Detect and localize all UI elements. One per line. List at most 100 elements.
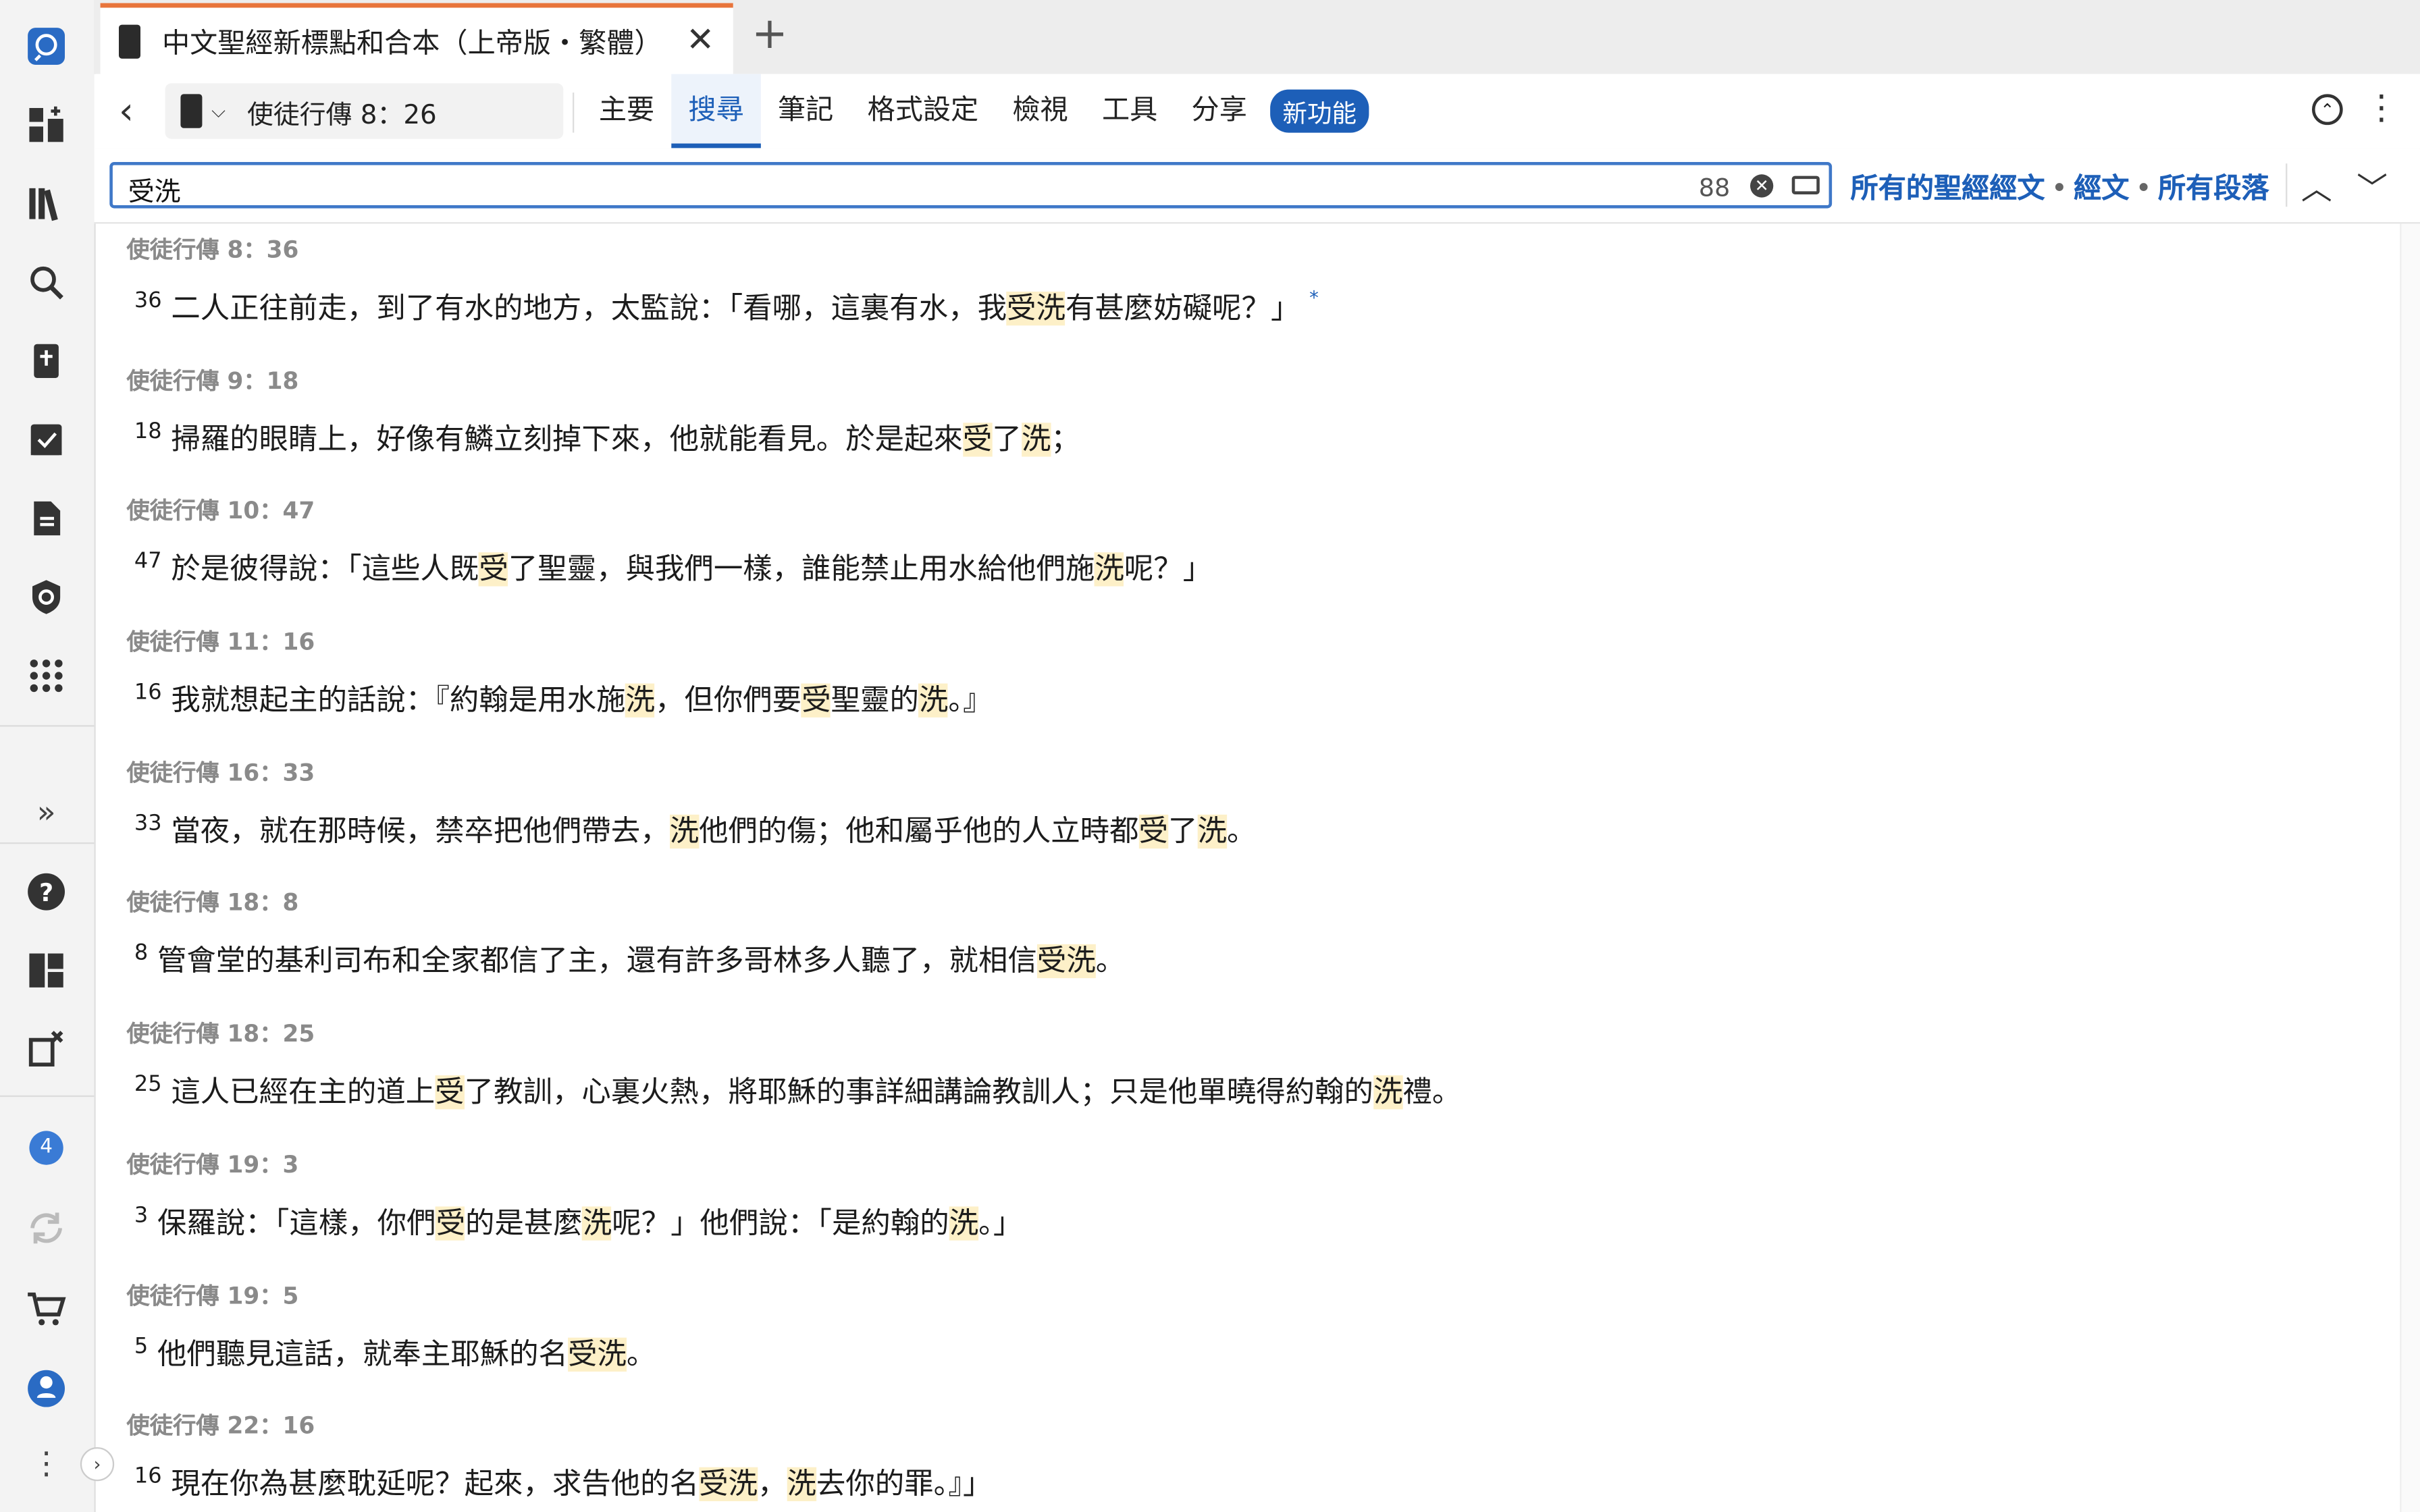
keyboard-icon[interactable]	[1791, 176, 1820, 194]
sync-icon[interactable]	[22, 1204, 71, 1253]
search-results: 使徒行傳 8：36 36 二人正往前走，到了有水的地方，太監說：「看哪，這裏有水，我…	[94, 223, 2401, 1512]
verse-segment: 二人正往前走，到了有水的地方，太監說：「看哪，這裏有水，我	[171, 291, 1007, 326]
layout-icon[interactable]	[22, 946, 71, 995]
result-reference[interactable]: 使徒行傳 18：8	[126, 886, 298, 919]
result-item[interactable]: 使徒行傳 19：3 3 保羅說：「這樣，你們受的是甚麼洗呢？」他們說：「是約翰的洗。…	[94, 1138, 2401, 1269]
search-hit: 洗	[1197, 814, 1227, 848]
verse-segment: 聖靈的	[831, 683, 919, 718]
result-item[interactable]: 使徒行傳 18：25 25 這人已經在主的道上受了教訓，心裏火熱，將耶穌的事詳細講論…	[94, 1008, 2401, 1139]
search-hit: 受	[479, 553, 508, 587]
result-reference[interactable]: 使徒行傳 19：3	[126, 1148, 298, 1180]
search-hit: 洗	[787, 1467, 816, 1502]
help-icon[interactable]: ?	[22, 867, 71, 917]
verse-segment: 。』	[948, 683, 993, 718]
verse-segment: 我就想起主的話說：『約翰是用水施	[171, 683, 626, 718]
tab-format[interactable]: 格式設定	[850, 74, 995, 148]
main-menu: 主要 搜尋 筆記 格式設定 檢視 工具 分享 新功能	[582, 74, 1369, 148]
verse-number: 16	[134, 1464, 162, 1490]
verse-number: 47	[134, 549, 162, 575]
verse-text: 36 二人正往前走，到了有水的地方，太監說：「看哪，這裏有水，我受洗有甚麼妨礙呢？…	[134, 286, 1319, 327]
search-hit: 洗	[1021, 422, 1051, 456]
new-features-badge[interactable]: 新功能	[1270, 89, 1369, 133]
tab-view[interactable]: 檢視	[995, 74, 1085, 148]
add-tab-icon[interactable]: +	[752, 11, 788, 55]
search-scope: 所有的聖經經文 • 經文 • 所有段落	[1850, 172, 2269, 205]
library-icon[interactable]	[22, 179, 71, 228]
result-item[interactable]: 使徒行傳 18：8 8 管會堂的基利司布和全家都信了主，還有許多哥林多人聽了，就相信…	[94, 877, 2401, 1008]
scope-all-passages[interactable]: 所有段落	[2158, 173, 2269, 205]
verse-segment: 的是甚麼	[465, 1206, 583, 1241]
verse-segment: 禮。	[1402, 1075, 1462, 1110]
tab-strip: 中文聖經新標點和合本（上帝版・繁體） ✕ +	[94, 0, 2420, 74]
checklist-icon[interactable]	[22, 415, 71, 464]
verse-segment: 去你的罪。』」	[816, 1467, 993, 1502]
result-item[interactable]: 使徒行傳 10：47 47 於是彼得說：「這些人既受了聖靈，與我們一樣，誰能禁止用水…	[94, 485, 2401, 616]
cart-icon[interactable]	[22, 1284, 71, 1333]
more-options-icon[interactable]: ⋮	[2365, 92, 2398, 126]
result-item[interactable]: 使徒行傳 8：36 36 二人正往前走，到了有水的地方，太監說：「看哪，這裏有水，我…	[94, 223, 2401, 354]
verse-number: 36	[134, 288, 162, 313]
scope-verses[interactable]: 經文	[2074, 173, 2129, 205]
result-item[interactable]: 使徒行傳 16：33 33 當夜，就在那時候，禁卒把他們帶去，洗他們的傷；他和屬乎他…	[94, 747, 2401, 878]
result-reference[interactable]: 使徒行傳 8：36	[126, 233, 298, 265]
tab-search[interactable]: 搜尋	[671, 74, 761, 148]
verse-text: 5 他們聽見這話，就奉主耶穌的名受洗。	[134, 1330, 656, 1372]
book-icon	[180, 94, 203, 128]
close-tab-icon[interactable]: ✕	[686, 23, 714, 57]
account-icon[interactable]	[22, 1364, 71, 1413]
footnote-marker[interactable]: *	[1309, 287, 1319, 308]
search-hit: 洗	[1373, 1075, 1403, 1110]
tab-share[interactable]: 分享	[1174, 74, 1264, 148]
scrollbar[interactable]	[2400, 223, 2420, 1512]
result-item[interactable]: 使徒行傳 19：5 5 他們聽見這話，就奉主耶穌的名受洗。	[94, 1269, 2401, 1400]
search-hit: 受洗	[1007, 291, 1066, 326]
expand-rail-icon[interactable]: »	[22, 787, 71, 836]
apps-grid-icon[interactable]	[22, 651, 71, 701]
result-reference[interactable]: 使徒行傳 10：47	[126, 494, 315, 526]
clear-search-icon[interactable]: ✕	[1750, 174, 1774, 198]
shield-icon[interactable]	[22, 572, 71, 622]
search-hit: 受洗	[567, 1336, 627, 1371]
result-count: 88	[1698, 172, 1731, 202]
verse-number: 18	[134, 418, 162, 444]
verse-number: 3	[134, 1203, 149, 1228]
search-hit: 受洗	[1036, 944, 1096, 979]
close-panels-icon[interactable]	[22, 1025, 71, 1074]
verse-text: 16 我就想起主的話說：『約翰是用水施洗，但你們要受聖靈的洗。』	[134, 678, 993, 720]
tab-tools[interactable]: 工具	[1085, 74, 1175, 148]
result-item[interactable]: 使徒行傳 9：18 18 掃羅的眼睛上，好像有鱗立刻掉下來，他就能看見。於是起來受了…	[94, 354, 2401, 485]
search-hit: 洗	[949, 1206, 979, 1241]
result-reference[interactable]: 使徒行傳 16：33	[126, 755, 315, 788]
result-item[interactable]: 使徒行傳 11：16 16 我就想起主的話說：『約翰是用水施洗，但你們要受聖靈的洗。…	[94, 616, 2401, 747]
search-value[interactable]: 受洗	[128, 169, 181, 209]
document-icon[interactable]	[22, 493, 71, 543]
next-result-icon[interactable]: ﹀	[2357, 163, 2388, 208]
result-reference[interactable]: 使徒行傳 11：16	[126, 625, 315, 657]
result-reference[interactable]: 使徒行傳 9：18	[126, 364, 298, 396]
back-icon[interactable]: ‹	[119, 90, 134, 133]
bible-icon[interactable]	[22, 336, 71, 385]
notifications-badge[interactable]: 4	[22, 1123, 71, 1172]
previous-result-icon[interactable]: ︿	[2301, 163, 2332, 208]
reference-box[interactable]: ⌵ 使徒行傳 8：26	[165, 83, 564, 139]
verse-text: 18 掃羅的眼睛上，好像有鱗立刻掉下來，他就能看見。於是起來受了洗；	[134, 416, 1080, 458]
chevron-down-icon[interactable]: ⌵	[211, 99, 226, 122]
result-item[interactable]: 使徒行傳 22：16 16 現在你為甚麼耽延呢？起來，求告他的名受洗，洗去你的罪。』…	[94, 1400, 2401, 1512]
search-input[interactable]: 受洗 88 ✕	[109, 161, 1833, 209]
result-reference[interactable]: 使徒行傳 19：5	[126, 1278, 298, 1311]
search-icon[interactable]	[22, 258, 71, 307]
reference-input[interactable]: 使徒行傳 8：26	[247, 92, 437, 130]
document-tab[interactable]: 中文聖經新標點和合本（上帝版・繁體） ✕	[100, 3, 733, 74]
tab-notes[interactable]: 筆記	[761, 74, 851, 148]
logos-search-icon[interactable]	[22, 22, 71, 71]
scroll-up-icon[interactable]: ⌃	[2311, 94, 2343, 126]
add-panel-icon[interactable]	[22, 101, 71, 150]
scope-all-bibles[interactable]: 所有的聖經經文	[1851, 173, 2045, 205]
verse-segment: 有甚麼妨礙呢？」	[1065, 291, 1300, 326]
verse-segment: 掃羅的眼睛上，好像有鱗立刻掉下來，他就能看見。於是起來	[171, 422, 963, 456]
tab-main[interactable]: 主要	[582, 74, 672, 148]
verse-segment: 這人已經在主的道上	[171, 1075, 436, 1110]
more-options-icon[interactable]: ⋮	[22, 1438, 71, 1487]
result-reference[interactable]: 使徒行傳 22：16	[126, 1409, 315, 1441]
result-reference[interactable]: 使徒行傳 18：25	[126, 1017, 315, 1050]
